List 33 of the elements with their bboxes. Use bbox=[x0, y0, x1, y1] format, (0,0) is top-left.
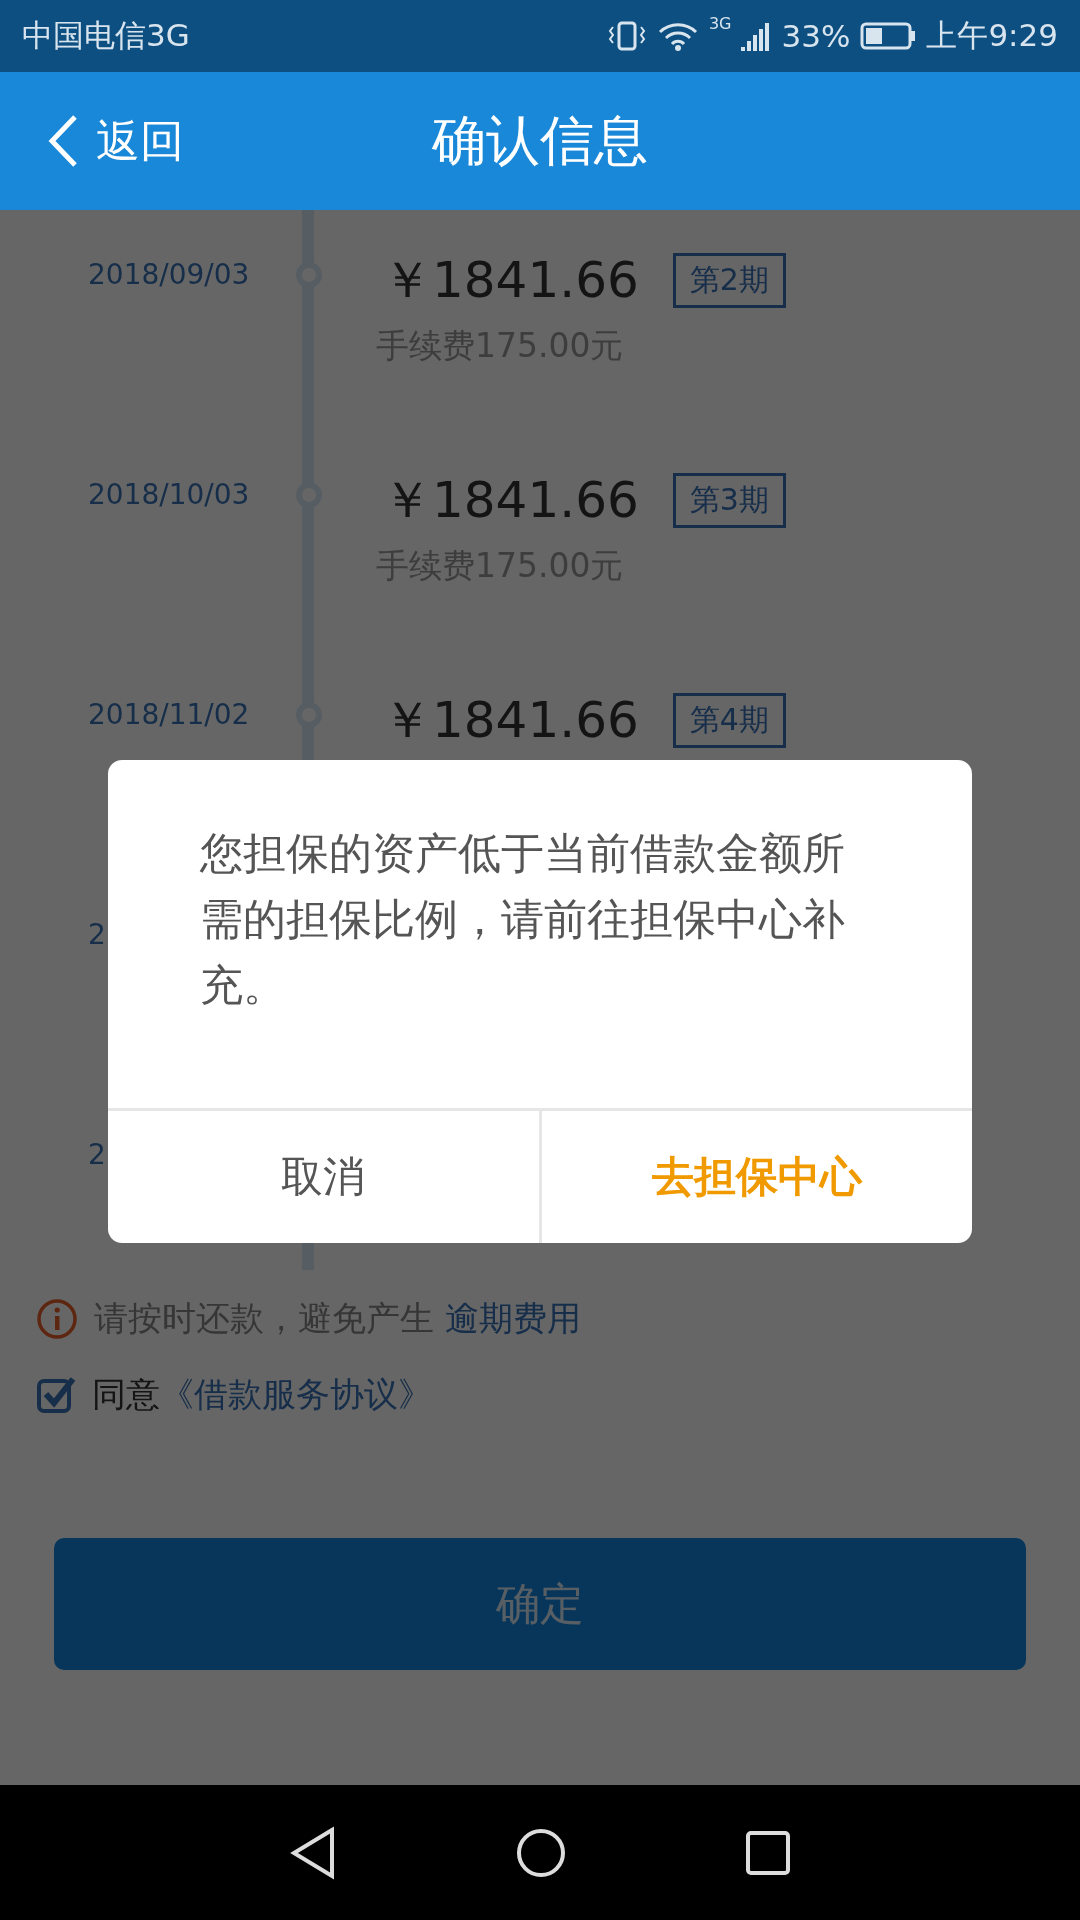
installment-amount: ￥1841.66 bbox=[382, 690, 639, 750]
period-tag: 第2期 bbox=[672, 252, 786, 308]
battery-icon bbox=[860, 22, 917, 50]
confirm-button[interactable]: 确定 bbox=[54, 1538, 1026, 1670]
due-date: 2018/10/03 bbox=[88, 477, 250, 513]
recents-square-icon[interactable] bbox=[743, 1828, 792, 1877]
info-icon bbox=[36, 1298, 78, 1340]
cancel-button[interactable]: 取消 bbox=[108, 1111, 539, 1243]
back-button[interactable]: 返回 bbox=[0, 111, 184, 171]
vibrate-icon bbox=[606, 21, 647, 51]
due-date: 2018/09/03 bbox=[88, 257, 250, 293]
battery-level: 33% bbox=[781, 18, 851, 54]
guarantee-center-button[interactable]: 去担保中心 bbox=[538, 1111, 972, 1243]
late-fee-link[interactable]: 逾期费用 bbox=[444, 1298, 581, 1338]
installment-amount: ￥1841.66 bbox=[382, 470, 639, 530]
carrier-name: 中国电信3G bbox=[22, 16, 190, 55]
agreement-link[interactable]: 《借款服务协议》 bbox=[160, 1374, 432, 1414]
due-date: 2 bbox=[88, 917, 106, 953]
due-date: 2 bbox=[88, 1137, 106, 1173]
home-circle-icon[interactable] bbox=[515, 1826, 567, 1879]
chevron-left-icon bbox=[48, 114, 78, 168]
page-title: 确认信息 bbox=[432, 107, 648, 174]
installment-amount: ￥1841.66 bbox=[382, 250, 639, 310]
period-tag: 第4期 bbox=[672, 692, 786, 748]
agreement-text: 同意《借款服务协议》 bbox=[92, 1373, 432, 1416]
wifi-icon bbox=[656, 21, 699, 51]
due-date: 2018/11/02 bbox=[88, 697, 250, 733]
checkbox[interactable] bbox=[36, 1375, 76, 1415]
network-type: 3G bbox=[708, 14, 732, 33]
clock-time: 上午9:29 bbox=[926, 16, 1058, 55]
signal-icon bbox=[741, 21, 772, 51]
period-tag: 第3期 bbox=[672, 472, 786, 528]
dialog-message: 您担保的资产低于当前借款金额所需的担保比例，请前往担保中心补充。 bbox=[199, 827, 846, 1012]
